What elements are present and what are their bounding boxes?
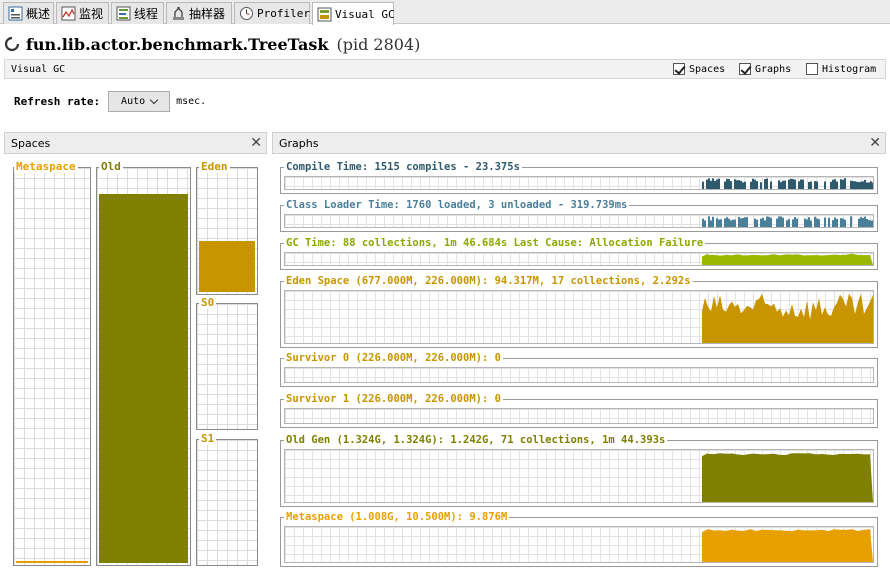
spaces-panel-header: Spaces ✕ <box>4 132 267 154</box>
visual-gc-header: Visual GC Spaces Graphs Histogram <box>4 59 886 79</box>
graph-label: Compile Time: 1515 compiles - 23.375s <box>284 161 522 174</box>
overview-icon <box>8 6 23 21</box>
graph-eden-space: Eden Space (677.000M, 226.000M): 94.317M… <box>280 275 878 348</box>
refresh-rate-row: Refresh rate: Auto msec. <box>14 91 206 112</box>
space-label-s0: S0 <box>199 296 217 309</box>
graphs-checkbox[interactable]: Graphs <box>739 63 791 75</box>
graph-trace <box>285 409 873 423</box>
graph-label: Survivor 0 (226.000M, 226.000M): 0 <box>284 352 503 365</box>
graph-label: Eden Space (677.000M, 226.000M): 94.317M… <box>284 275 693 288</box>
checkbox-box[interactable] <box>673 63 685 75</box>
checkbox-label: Histogram <box>822 63 877 75</box>
space-label-eden: Eden <box>199 160 230 173</box>
tab-label: 概述 <box>26 7 51 21</box>
graph-plot <box>284 252 874 266</box>
checkbox-box[interactable] <box>806 63 818 75</box>
graph-trace <box>702 216 873 227</box>
checkbox-box[interactable] <box>739 63 751 75</box>
spaces-checkbox[interactable]: Spaces <box>673 63 725 75</box>
tab-label: 线程 <box>134 7 159 21</box>
space-label-old: Old <box>99 160 123 173</box>
spaces-panel-title: Spaces <box>11 136 51 150</box>
graph-plot <box>284 408 874 424</box>
threads-icon <box>116 6 131 21</box>
page-title: fun.lib.actor.benchmark.TreeTask (pid 28… <box>4 32 420 56</box>
graph-trace <box>702 178 873 189</box>
tab-threads[interactable]: 线程 <box>111 2 164 24</box>
tab-profiler[interactable]: Profiler <box>234 2 310 24</box>
tab-label: Profiler <box>257 7 310 20</box>
graph-plot <box>284 214 874 228</box>
graph-label: Survivor 1 (226.000M, 226.000M): 0 <box>284 393 503 406</box>
graph-plot <box>284 290 874 344</box>
graph-label: Class Loader Time: 1760 loaded, 3 unload… <box>284 199 630 212</box>
graph-trace <box>702 453 873 502</box>
graph-series <box>702 253 873 265</box>
checkbox-label: Spaces <box>689 63 726 75</box>
graph-plot <box>284 449 874 503</box>
tab-label: Visual GC <box>335 7 395 21</box>
space-s1 <box>196 439 258 566</box>
tab-sampler[interactable]: 抽样器 <box>166 2 232 24</box>
profiler-icon <box>239 6 254 21</box>
application-name: fun.lib.actor.benchmark.TreeTask <box>26 34 329 54</box>
graph-survivor-0: Survivor 0 (226.000M, 226.000M): 0 <box>280 352 878 387</box>
graph-gc-time: GC Time: 88 collections, 1m 46.684s Last… <box>280 237 878 270</box>
tab-overview[interactable]: 概述 <box>3 2 54 24</box>
loading-spinner-icon <box>4 36 20 52</box>
space-label-metaspace: Metaspace <box>14 160 78 173</box>
space-old <box>96 167 191 566</box>
space-fill <box>199 240 255 292</box>
checkbox-label: Graphs <box>755 63 792 75</box>
space-fill <box>99 193 188 563</box>
tab-visual-gc[interactable]: Visual GC <box>312 2 395 25</box>
process-id: (pid 2804) <box>336 34 421 54</box>
graph-old-gen: Old Gen (1.324G, 1.324G): 1.242G, 71 col… <box>280 434 878 507</box>
graph-trace <box>702 253 873 265</box>
monitor-icon <box>61 6 76 21</box>
graph-series <box>702 293 873 343</box>
graph-label: Metaspace (1.008G, 10.500M): 9.876M <box>284 511 510 524</box>
graphs-panel-header: Graphs ✕ <box>272 132 886 154</box>
close-icon[interactable]: ✕ <box>250 135 262 151</box>
graph-metaspace: Metaspace (1.008G, 10.500M): 9.876M <box>280 511 878 567</box>
graph-label: Old Gen (1.324G, 1.324G): 1.242G, 71 col… <box>284 434 668 447</box>
graph-label: GC Time: 88 collections, 1m 46.684s Last… <box>284 237 706 250</box>
graph-trace <box>285 368 873 382</box>
graph-survivor-1: Survivor 1 (226.000M, 226.000M): 0 <box>280 393 878 428</box>
visualgc-icon <box>317 7 332 22</box>
histogram-checkbox[interactable]: Histogram <box>806 63 876 75</box>
tab-label: 抽样器 <box>189 7 226 21</box>
graph-compile-time: Compile Time: 1515 compiles - 23.375s <box>280 161 878 194</box>
close-icon[interactable]: ✕ <box>869 135 881 151</box>
graph-plot <box>284 367 874 383</box>
graph-trace <box>702 529 873 562</box>
chevron-down-icon <box>149 95 159 105</box>
space-eden <box>196 167 258 295</box>
refresh-rate-label: Refresh rate: <box>14 95 101 108</box>
graph-plot <box>284 176 874 190</box>
space-s0 <box>196 303 258 430</box>
refresh-rate-select[interactable]: Auto <box>108 91 171 112</box>
graphs-panel-title: Graphs <box>279 136 319 150</box>
graph-series <box>702 453 873 502</box>
tab-bar: 概述 监视 线程 抽样器 Profiler Visual GC <box>0 0 890 25</box>
graph-class-loader-time: Class Loader Time: 1760 loaded, 3 unload… <box>280 199 878 232</box>
graph-series <box>702 178 873 189</box>
graph-series <box>702 216 873 227</box>
space-fill <box>16 561 88 563</box>
tab-monitor[interactable]: 监视 <box>56 2 109 24</box>
space-metaspace <box>13 167 91 566</box>
refresh-rate-unit: msec. <box>176 96 207 107</box>
sampler-icon <box>171 6 186 21</box>
space-label-s1: S1 <box>199 432 217 445</box>
visual-gc-label: Visual GC <box>11 63 66 75</box>
tab-label: 监视 <box>79 7 104 21</box>
graph-trace <box>702 293 873 343</box>
graph-plot <box>284 526 874 563</box>
refresh-rate-value: Auto <box>121 96 146 107</box>
graph-series <box>702 529 873 562</box>
